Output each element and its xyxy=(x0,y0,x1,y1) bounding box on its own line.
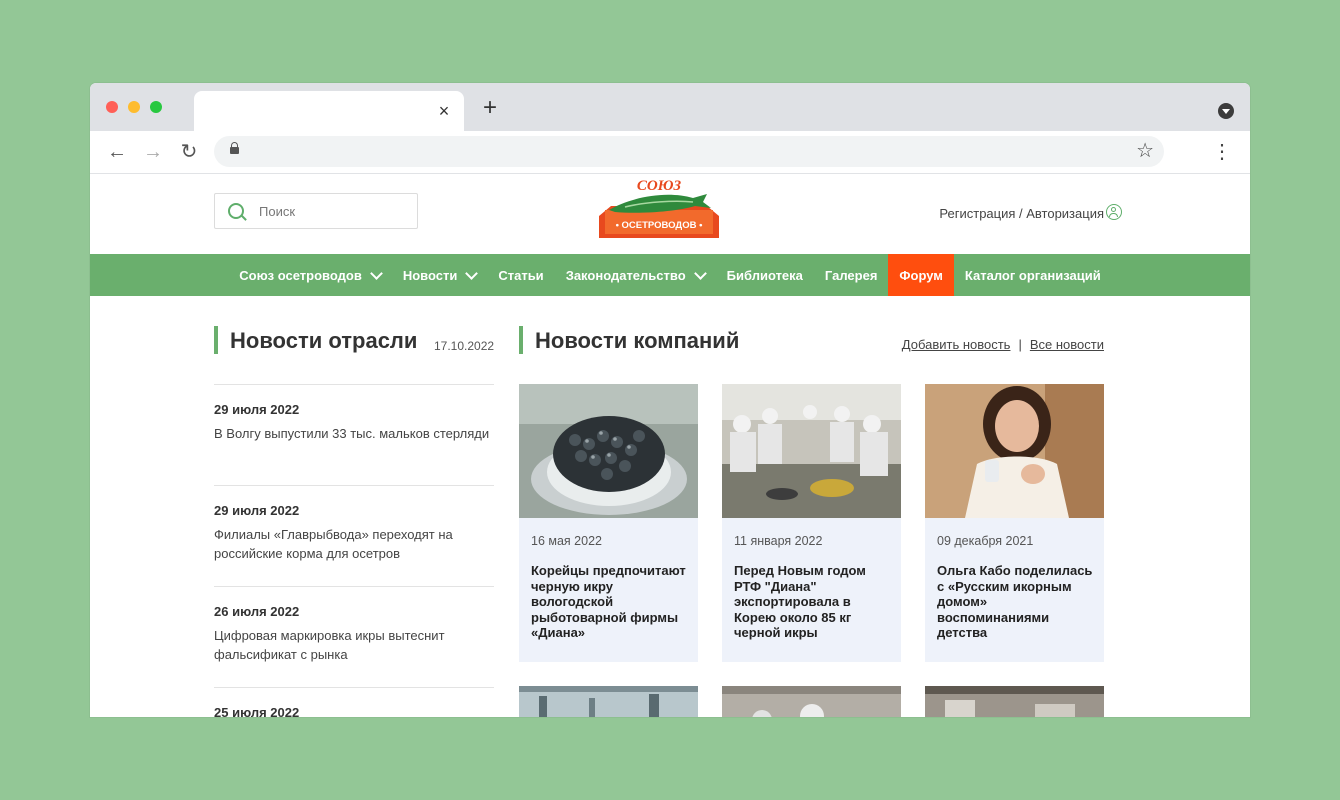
news-item-text[interactable]: Цифровая маркировка икры вытеснит фальси… xyxy=(214,626,494,664)
chevron-down-icon[interactable] xyxy=(369,266,383,280)
company-news-title: Новости компаний xyxy=(519,326,739,354)
address-bar[interactable]: ☆ xyxy=(214,136,1164,167)
nav-item-6[interactable]: Галерея xyxy=(814,254,889,296)
card-title[interactable]: Корейцы предпочитают черную икру вологод… xyxy=(531,563,691,641)
tab-close-icon[interactable]: × xyxy=(434,101,454,121)
tab-search-icon[interactable] xyxy=(1218,103,1234,119)
lock-icon xyxy=(230,142,239,154)
nav-item-4[interactable]: Законодательство xyxy=(555,254,716,296)
site-logo[interactable]: СОЮЗ • ОСЕТРОВОДОВ • xyxy=(595,176,723,248)
nav-item-3[interactable]: Статьи xyxy=(487,254,554,296)
content-area: Новости отрасли 17.10.2022 29 июля 2022 В… xyxy=(90,295,1250,717)
close-window-button[interactable] xyxy=(106,101,118,113)
news-list-item[interactable]: 29 июля 2022 В Волгу выпустили 33 тыс. ма… xyxy=(214,384,494,485)
news-card-5-photo[interactable] xyxy=(722,686,901,717)
user-icon[interactable] xyxy=(1106,204,1122,220)
news-item-date: 25 июля 2022 xyxy=(214,705,300,717)
search-box[interactable] xyxy=(214,193,418,229)
nav-item-label: Статьи xyxy=(498,267,544,283)
nav-item-1[interactable]: Союз осетроводов xyxy=(228,254,392,296)
actions-separator: | xyxy=(1018,337,1022,352)
news-item-date: 26 июля 2022 xyxy=(214,604,300,619)
search-icon xyxy=(228,203,244,219)
chevron-down-icon[interactable] xyxy=(465,266,479,280)
industry-news-date: 17.10.2022 xyxy=(434,339,495,353)
main-navigation: Союз осетроводов Новости Статьи Законодател… xyxy=(90,254,1250,296)
nav-item-label: Форум xyxy=(899,267,943,283)
news-list-item[interactable]: 25 июля 2022 xyxy=(214,687,494,717)
news-card-4-photo[interactable] xyxy=(519,686,698,717)
reload-button[interactable]: ↻ xyxy=(177,140,201,164)
site-header: СОЮЗ • ОСЕТРОВОДОВ • Регистрация / Автор… xyxy=(90,174,1250,254)
nav-item-2[interactable]: Новости xyxy=(392,254,488,296)
nav-item-7[interactable]: Форум xyxy=(888,254,954,296)
back-button[interactable]: ← xyxy=(105,140,129,164)
news-card-2[interactable]: 11 января 2022 Перед Новым годом РТФ "Ди… xyxy=(722,384,901,662)
chevron-down-icon[interactable] xyxy=(693,266,707,280)
bookmark-star-icon[interactable]: ☆ xyxy=(1136,140,1154,162)
news-list-item[interactable]: 26 июля 2022 Цифровая маркировка икры выт… xyxy=(214,586,494,687)
news-item-text[interactable]: В Волгу выпустили 33 тыс. мальков стерля… xyxy=(214,424,494,443)
news-card-6-photo[interactable] xyxy=(925,686,1104,717)
browser-tab[interactable]: × xyxy=(194,91,464,131)
forward-button[interactable]: → xyxy=(141,140,165,164)
all-news-link[interactable]: Все новости xyxy=(1030,337,1104,352)
nav-item-label: Союз осетроводов xyxy=(239,267,362,283)
company-news-actions: Добавить новость | Все новости xyxy=(902,337,1104,352)
card-title[interactable]: Перед Новым годом РТФ "Диана" экспортиро… xyxy=(734,563,894,641)
card-title[interactable]: Ольга Кабо поделилась с «Русским икорным… xyxy=(937,563,1097,641)
nav-item-label: Библиотека xyxy=(726,267,803,283)
news-list-item[interactable]: 29 июля 2022 Филиалы «Главрыбвода» перехо… xyxy=(214,485,494,586)
nav-item-8[interactable]: Каталог организаций xyxy=(954,254,1112,296)
industry-news-list: 29 июля 2022 В Волгу выпустили 33 тыс. ма… xyxy=(214,384,494,717)
caviar-photo xyxy=(519,384,698,518)
news-item-date: 29 июля 2022 xyxy=(214,402,300,417)
nav-item-label: Каталог организаций xyxy=(964,267,1101,283)
news-item-text[interactable]: Филиалы «Главрыбвода» переходят на росси… xyxy=(214,525,494,563)
news-item-date: 29 июля 2022 xyxy=(214,503,300,518)
browser-window: × + ← → ↻ ☆ ⋮ СОЮЗ • ОСЕТРОВОДОВ • Регис… xyxy=(90,83,1250,717)
new-tab-button[interactable]: + xyxy=(478,96,502,121)
logo-bottom-text: • ОСЕТРОВОДОВ • xyxy=(616,220,704,231)
nav-item-5[interactable]: Библиотека xyxy=(716,254,814,296)
card-date: 09 декабря 2021 xyxy=(937,534,1034,548)
add-news-link[interactable]: Добавить новость xyxy=(902,337,1011,352)
nav-item-label: Новости xyxy=(402,267,458,283)
minimize-window-button[interactable] xyxy=(128,101,140,113)
browser-toolbar: ← → ↻ ☆ ⋮ xyxy=(90,131,1250,174)
factory-workers-photo xyxy=(722,384,901,518)
tab-bar: × + xyxy=(90,83,1250,131)
logo-top-text: СОЮЗ xyxy=(637,178,682,194)
maximize-window-button[interactable] xyxy=(150,101,162,113)
news-card-1[interactable]: 16 мая 2022 Корейцы предпочитают черную … xyxy=(519,384,698,662)
card-date: 11 января 2022 xyxy=(734,534,823,548)
card-date: 16 мая 2022 xyxy=(531,534,602,548)
nav-item-label: Законодательство xyxy=(565,267,686,283)
news-card-3[interactable]: 09 декабря 2021 Ольга Кабо поделилась с … xyxy=(925,384,1104,662)
woman-portrait-photo xyxy=(925,384,1104,518)
browser-menu-icon[interactable]: ⋮ xyxy=(1210,140,1234,164)
auth-link[interactable]: Регистрация / Авторизация xyxy=(939,206,1104,221)
industry-news-title: Новости отрасли xyxy=(214,326,417,354)
nav-item-label: Галерея xyxy=(824,267,878,283)
search-input[interactable] xyxy=(259,202,409,220)
